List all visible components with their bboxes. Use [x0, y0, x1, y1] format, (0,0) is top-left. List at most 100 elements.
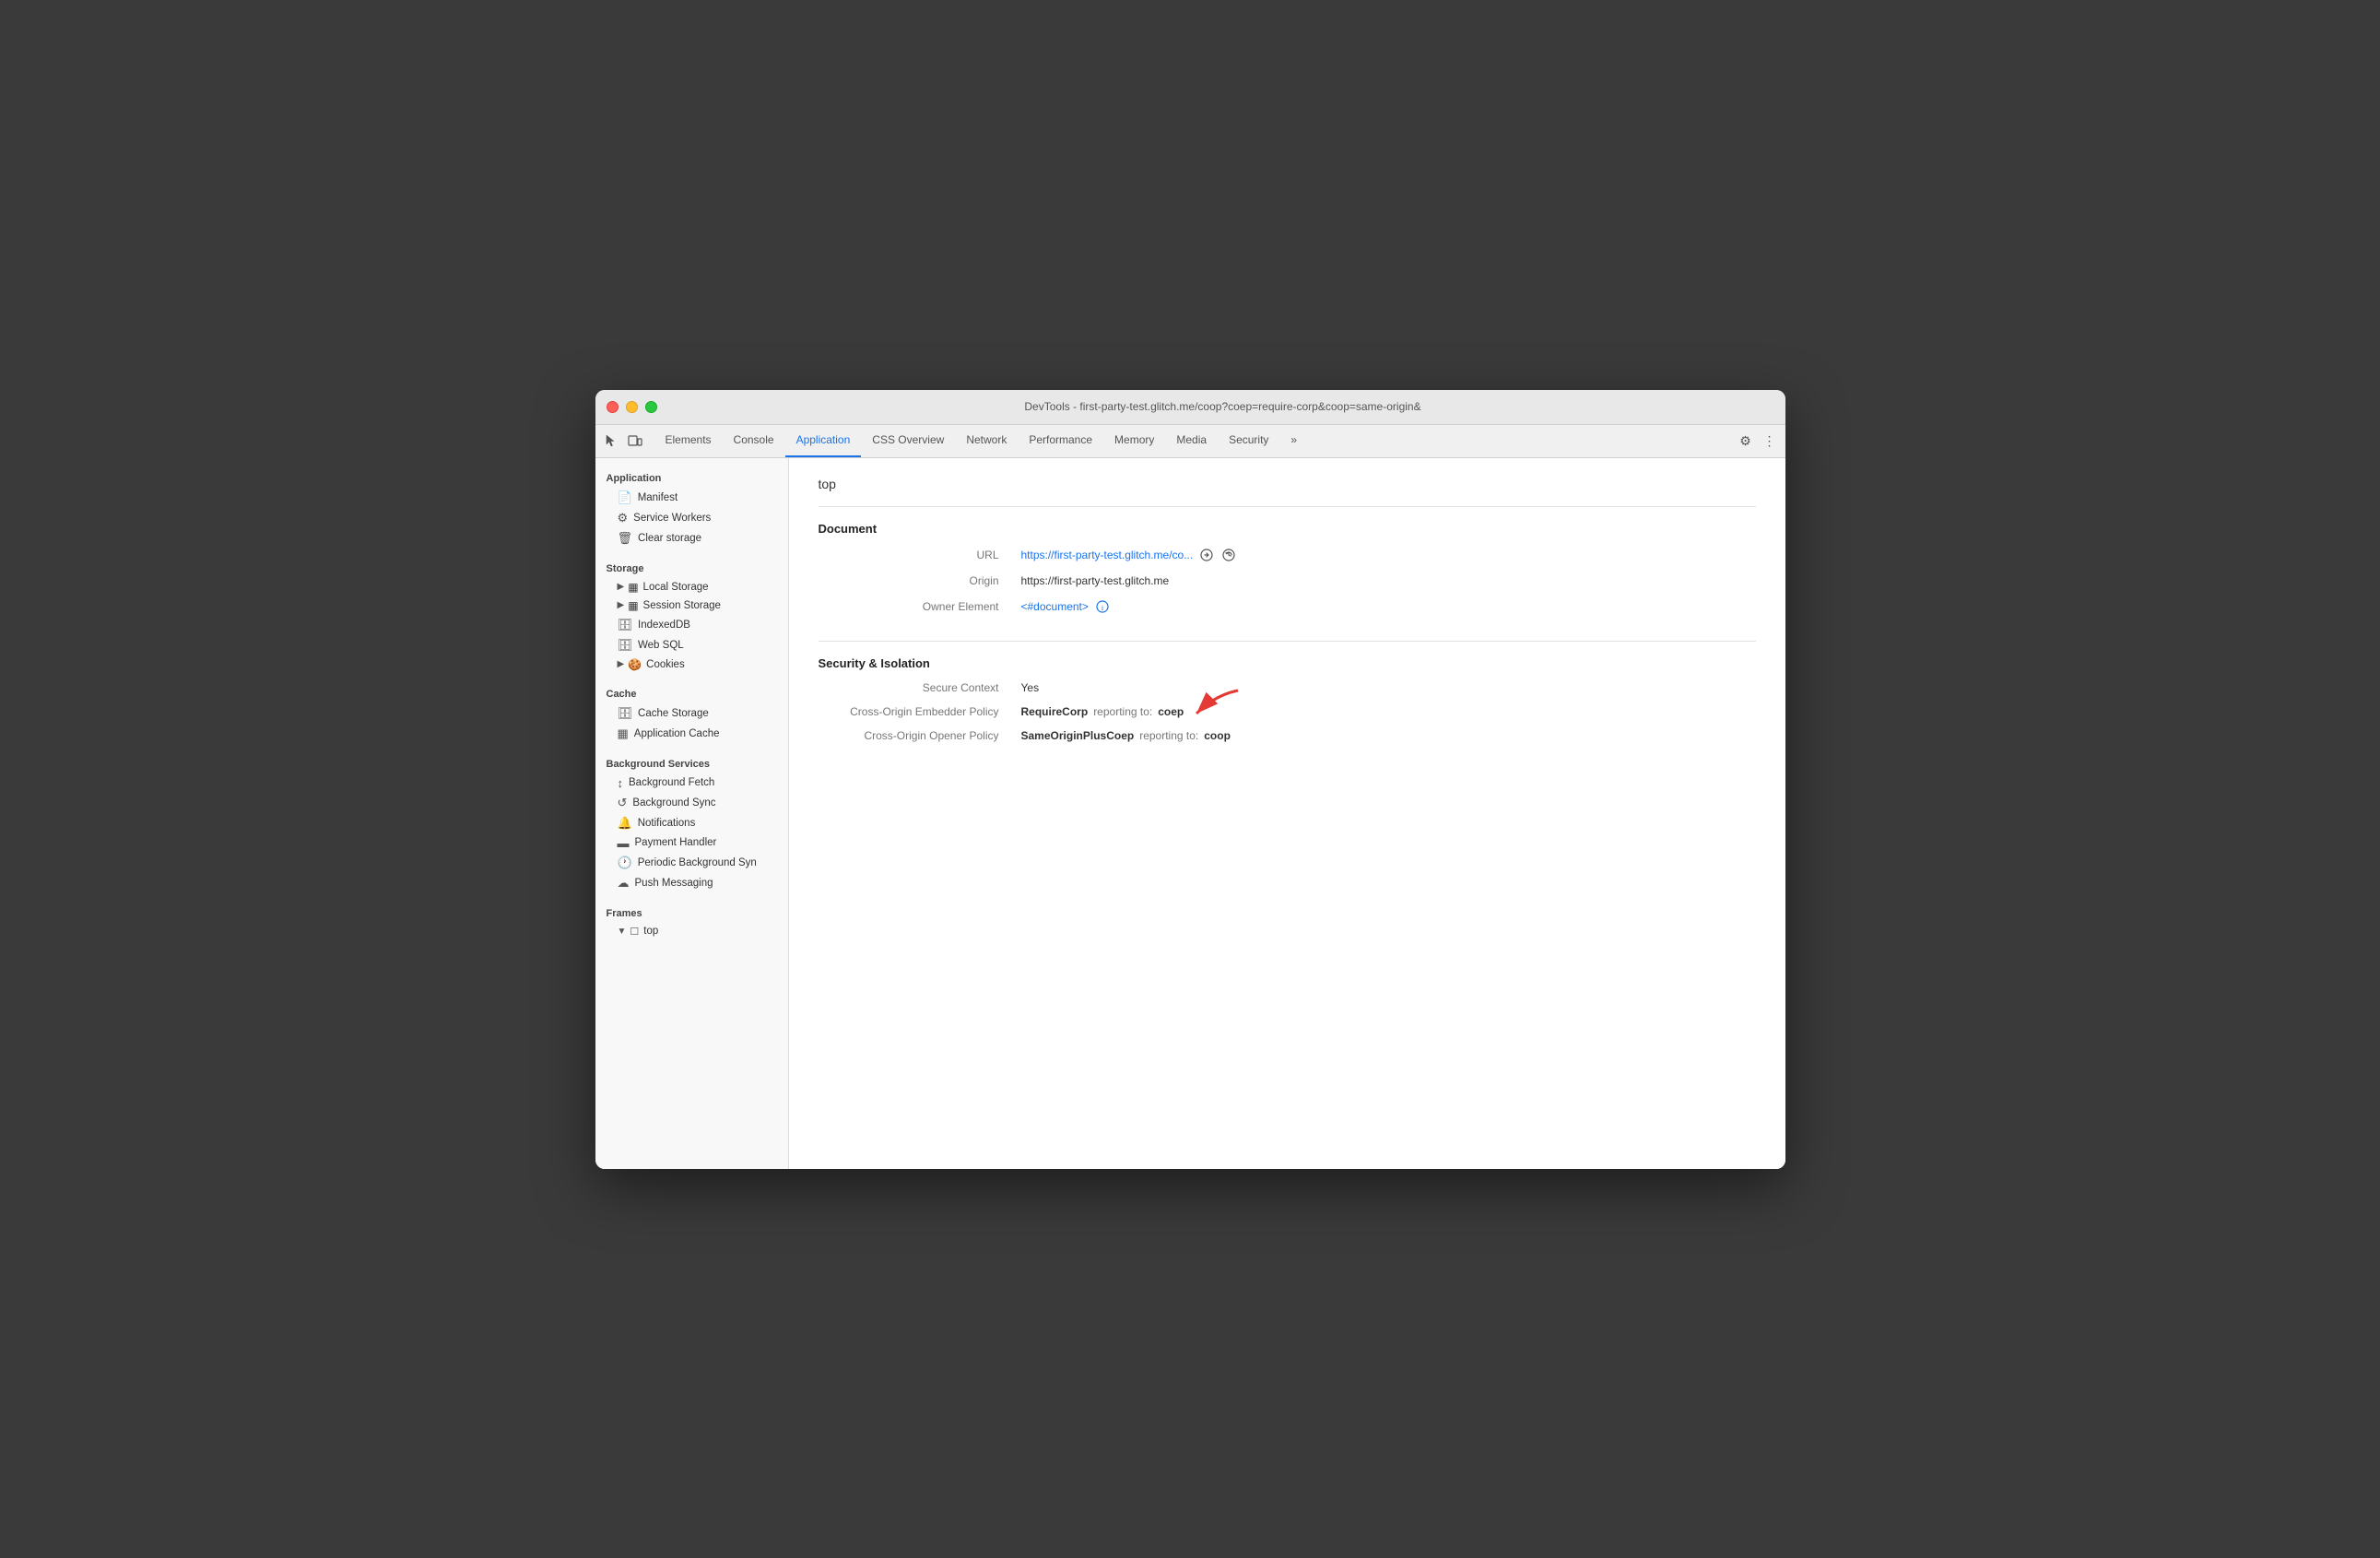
push-messaging-icon: ☁ [618, 876, 630, 891]
sidebar-item-application-cache[interactable]: ▦ Application Cache [595, 724, 788, 744]
sidebar: Application 📄 Manifest ⚙ Service Workers… [595, 458, 789, 1169]
manifest-icon: 📄 [618, 490, 632, 505]
owner-element-value: <#document> i [1021, 598, 1111, 615]
tab-bar: Elements Console Application CSS Overvie… [595, 425, 1785, 458]
security-isolation-section: Security & Isolation Secure Context Yes … [819, 641, 1756, 768]
sidebar-item-push-messaging[interactable]: ☁ Push Messaging [595, 873, 788, 893]
owner-element-info-icon[interactable]: i [1094, 598, 1111, 615]
url-open-icon[interactable] [1198, 547, 1215, 563]
frame-icon: ☐ [630, 926, 639, 938]
coop-value: SameOriginPlusCoep reporting to: coop [1021, 729, 1231, 742]
owner-element-row: Owner Element <#document> i [819, 598, 1756, 615]
expand-arrow-local-storage: ▶ [618, 582, 625, 592]
url-label: URL [819, 549, 1021, 561]
cookies-icon: 🍪 [628, 658, 642, 671]
application-cache-icon: ▦ [618, 726, 629, 741]
sidebar-item-notifications[interactable]: 🔔 Notifications [595, 813, 788, 833]
tab-elements[interactable]: Elements [654, 425, 723, 458]
cursor-icon[interactable] [603, 432, 619, 449]
coop-label: Cross-Origin Opener Policy [819, 729, 1021, 742]
sidebar-item-cache-storage[interactable]: 🗄 Cache Storage [595, 703, 788, 724]
document-section-title: Document [819, 522, 1756, 536]
coep-row: Cross-Origin Embedder Policy RequireCorp… [819, 705, 1756, 718]
expanded-arrow-top: ▼ [618, 927, 627, 937]
sidebar-item-payment-handler[interactable]: ▬ Payment Handler [595, 833, 788, 853]
sidebar-item-background-fetch[interactable]: ↕ Background Fetch [595, 773, 788, 793]
devtools-container: Elements Console Application CSS Overvie… [595, 425, 1785, 1169]
sidebar-item-local-storage[interactable]: ▶ ▦ Local Storage [595, 578, 788, 596]
coep-policy-value: RequireCorp [1021, 705, 1089, 718]
origin-row: Origin https://first-party-test.glitch.m… [819, 574, 1756, 587]
window-title: DevTools - first-party-test.glitch.me/co… [672, 400, 1774, 413]
periodic-sync-icon: 🕐 [618, 856, 632, 870]
content-panel: top Document URL https://first-party-tes… [789, 458, 1785, 1169]
device-toggle-icon[interactable] [627, 432, 643, 449]
payment-handler-icon: ▬ [618, 836, 630, 850]
traffic-lights [607, 401, 657, 413]
sidebar-section-storage: Storage [595, 556, 788, 578]
background-sync-icon: ↺ [618, 796, 628, 810]
more-options-icon[interactable]: ⋮ [1761, 432, 1778, 449]
expand-arrow-session-storage: ▶ [618, 600, 625, 610]
tab-more[interactable]: » [1279, 425, 1308, 458]
main-content: Application 📄 Manifest ⚙ Service Workers… [595, 458, 1785, 1169]
notifications-icon: 🔔 [618, 816, 632, 831]
origin-label: Origin [819, 574, 1021, 587]
coop-reporting-label: reporting to: [1139, 729, 1198, 742]
sidebar-item-indexeddb[interactable]: 🗄 IndexedDB [595, 615, 788, 635]
clear-storage-icon: 🗑 [618, 531, 633, 546]
tab-console[interactable]: Console [723, 425, 785, 458]
close-button[interactable] [607, 401, 619, 413]
sidebar-item-service-workers[interactable]: ⚙ Service Workers [595, 508, 788, 528]
red-arrow-svg [1187, 686, 1243, 723]
coep-reporting-value: coep [1158, 705, 1184, 718]
tab-css-overview[interactable]: CSS Overview [861, 425, 955, 458]
sidebar-item-background-sync[interactable]: ↺ Background Sync [595, 793, 788, 813]
owner-element-link[interactable]: <#document> [1021, 600, 1089, 613]
indexeddb-icon: 🗄 [618, 618, 633, 632]
background-fetch-icon: ↕ [618, 776, 624, 790]
local-storage-grid-icon: ▦ [628, 581, 638, 594]
url-row: URL https://first-party-test.glitch.me/c… [819, 547, 1756, 563]
sidebar-item-manifest[interactable]: 📄 Manifest [595, 488, 788, 508]
coep-reporting-label: reporting to: [1093, 705, 1152, 718]
coop-row: Cross-Origin Opener Policy SameOriginPlu… [819, 729, 1756, 742]
tab-application[interactable]: Application [785, 425, 862, 458]
sidebar-section-cache: Cache [595, 681, 788, 703]
sidebar-item-cookies[interactable]: ▶ 🍪 Cookies [595, 655, 788, 674]
security-section-title: Security & Isolation [819, 656, 1756, 670]
sidebar-item-web-sql[interactable]: 🗄 Web SQL [595, 635, 788, 655]
settings-icon[interactable]: ⚙ [1738, 432, 1754, 449]
sidebar-section-application: Application [595, 466, 788, 488]
titlebar: DevTools - first-party-test.glitch.me/co… [595, 390, 1785, 425]
owner-element-label: Owner Element [819, 600, 1021, 613]
sidebar-item-clear-storage[interactable]: 🗑 Clear storage [595, 528, 788, 549]
sidebar-item-top-frame[interactable]: ▼ ☐ top [595, 923, 788, 940]
secure-context-value: Yes [1021, 681, 1040, 694]
sidebar-section-background-services: Background Services [595, 751, 788, 773]
expand-arrow-cookies: ▶ [618, 659, 625, 669]
tab-bar-icons [603, 432, 643, 449]
coep-label: Cross-Origin Embedder Policy [819, 705, 1021, 718]
coop-reporting-value: coop [1204, 729, 1231, 742]
web-sql-icon: 🗄 [618, 638, 633, 653]
url-reload-icon[interactable] [1220, 547, 1237, 563]
sidebar-item-session-storage[interactable]: ▶ ▦ Session Storage [595, 596, 788, 615]
devtools-window: DevTools - first-party-test.glitch.me/co… [595, 390, 1785, 1169]
tab-performance[interactable]: Performance [1018, 425, 1103, 458]
secure-context-row: Secure Context Yes [819, 681, 1756, 694]
tab-security[interactable]: Security [1218, 425, 1279, 458]
maximize-button[interactable] [645, 401, 657, 413]
service-workers-icon: ⚙ [618, 511, 629, 525]
document-section: Document URL https://first-party-test.gl… [819, 506, 1756, 641]
tab-media[interactable]: Media [1165, 425, 1218, 458]
tab-memory[interactable]: Memory [1103, 425, 1165, 458]
svg-text:i: i [1102, 604, 1104, 612]
sidebar-section-frames: Frames [595, 901, 788, 923]
tab-network[interactable]: Network [955, 425, 1018, 458]
origin-value: https://first-party-test.glitch.me [1021, 574, 1170, 587]
page-title: top [819, 477, 1756, 491]
sidebar-item-periodic-background-sync[interactable]: 🕐 Periodic Background Syn [595, 853, 788, 873]
url-link[interactable]: https://first-party-test.glitch.me/co... [1021, 549, 1194, 561]
minimize-button[interactable] [626, 401, 638, 413]
